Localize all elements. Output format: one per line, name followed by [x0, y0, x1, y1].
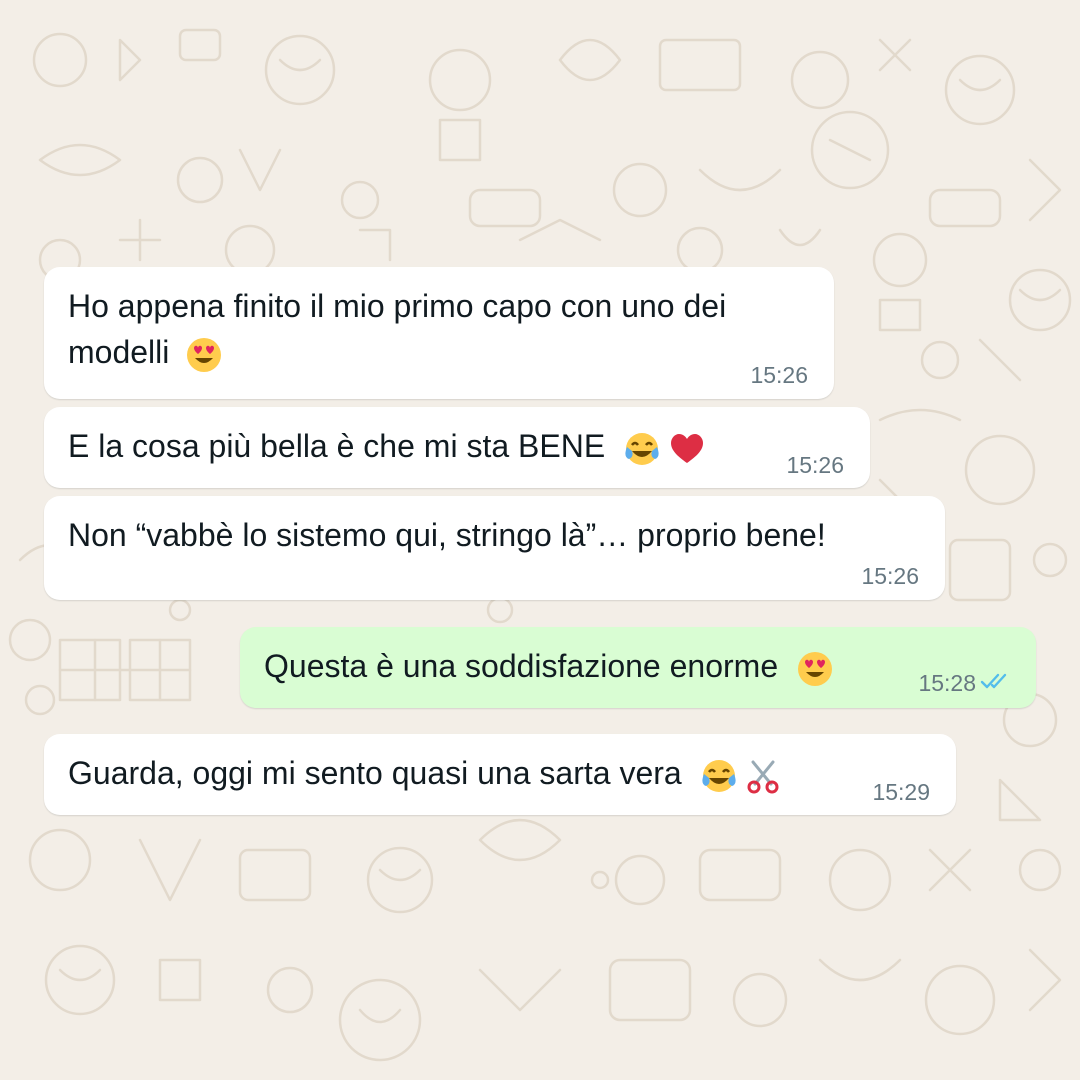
message-time: 15:29 — [872, 779, 930, 805]
message-time: 15:26 — [861, 563, 919, 589]
message-text-line: Ho appena finito il mio primo capo con u… — [68, 288, 727, 324]
message-meta: 15:28 — [918, 669, 1012, 697]
message-text-line: E la cosa più bella è che mi sta BENE — [68, 423, 705, 469]
heart-eyes-emoji-icon — [797, 651, 833, 687]
message-text-line: Questa è una soddisfazione enorme — [264, 643, 833, 689]
message-text: modelli — [68, 334, 170, 370]
message-time: 15:26 — [786, 452, 844, 478]
scissors-emoji-icon — [745, 758, 781, 794]
tears-of-joy-emoji-icon — [701, 758, 737, 794]
message-bubble-incoming[interactable]: E la cosa più bella è che mi sta BENE 15… — [44, 407, 870, 488]
message-text: Guarda, oggi mi sento quasi una sarta ve… — [68, 755, 682, 791]
message-bubble-incoming[interactable]: Non “vabbè lo sistemo qui, stringo là”… … — [44, 496, 945, 600]
message-text-line: Guarda, oggi mi sento quasi una sarta ve… — [68, 750, 781, 796]
message-bubble-incoming[interactable]: Guarda, oggi mi sento quasi una sarta ve… — [44, 734, 956, 815]
message-text: Non “vabbè lo sistemo qui, stringo là”… … — [68, 517, 826, 553]
tears-of-joy-emoji-icon — [624, 431, 660, 467]
message-time: 15:26 — [750, 362, 808, 388]
message-time: 15:28 — [918, 670, 976, 696]
double-check-read-icon — [980, 669, 1012, 697]
message-text-line: modelli — [68, 329, 222, 375]
message-bubble-outgoing[interactable]: Questa è una soddisfazione enorme 15:28 — [240, 627, 1036, 708]
message-text: Questa è una soddisfazione enorme — [264, 648, 779, 684]
red-heart-emoji-icon — [669, 431, 705, 467]
message-bubble-incoming[interactable]: Ho appena finito il mio primo capo con u… — [44, 267, 834, 399]
heart-eyes-emoji-icon — [186, 337, 222, 373]
message-text: E la cosa più bella è che mi sta BENE — [68, 428, 606, 464]
